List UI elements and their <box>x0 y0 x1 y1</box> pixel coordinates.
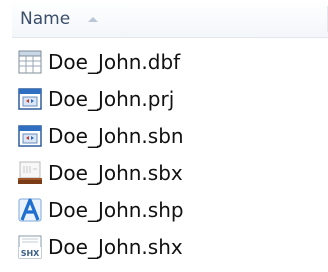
shx-icon-text: SHX <box>21 249 40 258</box>
file-list: Doe_John.dbf Doe_John.prj Doe_John.sbn D… <box>0 44 328 266</box>
table-file-icon <box>17 49 43 75</box>
file-row-sbn[interactable]: Doe_John.sbn <box>0 118 328 155</box>
file-row-dbf[interactable]: Doe_John.dbf <box>0 44 328 81</box>
name-column-header[interactable]: Name <box>12 0 328 38</box>
file-name: Doe_John.prj <box>48 87 175 111</box>
file-name: Doe_John.shx <box>48 235 183 259</box>
shx-file-icon: SHX <box>17 234 43 260</box>
file-row-shp[interactable]: Doe_John.shp <box>0 192 328 229</box>
file-row-sbx[interactable]: Doe_John.sbx <box>0 155 328 192</box>
window-file-icon <box>17 86 43 112</box>
file-row-prj[interactable]: Doe_John.prj <box>0 81 328 118</box>
file-name: Doe_John.dbf <box>48 50 181 74</box>
file-list-pane: Name Doe_John.dbf Doe_John.prj Doe_John.… <box>0 0 328 272</box>
file-name: Doe_John.sbn <box>48 124 184 148</box>
window-file-icon <box>17 123 43 149</box>
file-name: Doe_John.shp <box>48 198 184 222</box>
file-row-shx[interactable]: SHX Doe_John.shx <box>0 229 328 266</box>
sort-ascending-icon <box>88 17 98 22</box>
image-file-icon <box>17 160 43 186</box>
shape-file-icon <box>17 197 43 223</box>
name-column-label: Name <box>20 9 71 29</box>
file-name: Doe_John.sbx <box>48 161 183 185</box>
